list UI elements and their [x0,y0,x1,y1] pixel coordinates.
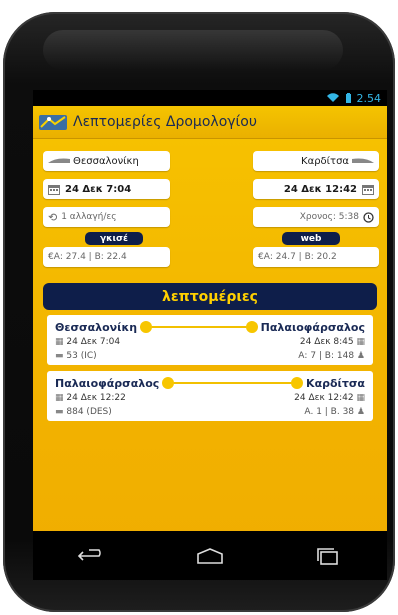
leg-train-info: ▬ 884 (DES) Α. 1 | Β. 38 ♟ [55,405,365,419]
leg-times: ▦ 24 Δεκ 7:04 24 Δεκ 8:45 ▦ [55,335,365,349]
recent-apps-button[interactable] [308,541,348,571]
duration: Χρονος: 5:38 [299,212,359,222]
phone-frame: 2.54 Λεπτομερίες Δρομολογίου Θεσσαλονίκη… [3,12,395,612]
from-city-field[interactable]: Θεσσαλονίκη [43,151,170,171]
train-icon [352,158,374,163]
fare-web-tag: web [282,232,340,245]
leg-cities: Θεσσαλονίκη Παλαιοφάρσαλος [55,319,365,335]
details-header[interactable]: λεπτομέριες [43,283,377,310]
refresh-icon: ⟲ [48,210,58,224]
leg-train: 884 (DES) [66,407,112,417]
status-bar: 2.54 [33,90,387,106]
leg-seats: Α. 1 | Β. 38 [304,407,355,417]
leg-arrive: 24 Δεκ 12:42 [294,393,354,403]
back-icon [77,549,101,561]
train-icon [48,158,70,163]
fare-web: €Α: 24.7 | Β: 20.2 [258,252,337,262]
app-bar: Λεπτομερίες Δρομολογίου [33,106,387,139]
fare-counter-tag: γκισέ [85,232,143,245]
leg-cities: Παλαιοφάρσαλος Καρδίτσα [55,375,365,391]
departure-time: 24 Δεκ 7:04 [65,183,132,195]
leg-card[interactable]: Θεσσαλονίκη Παλαιοφάρσαλος ▦ 24 Δεκ 7:04… [47,315,373,365]
changes-field: ⟲ 1 αλλαγή/ες [43,207,170,227]
recent-apps-icon [317,548,338,565]
leg-to: Παλαιοφάρσαλος [260,320,365,334]
app-screen: 2.54 Λεπτομερίες Δρομολογίου Θεσσαλονίκη… [33,90,387,580]
leg-seats: Α: 7 | Β: 148 [298,351,355,361]
seat-icon: ♟ [356,407,365,417]
leg-train-info: ▬ 53 (IC) Α: 7 | Β: 148 ♟ [55,349,365,363]
fare-web-field: €Α: 24.7 | Β: 20.2 [253,247,379,267]
leg-from: Παλαιοφάρσαλος [55,376,160,390]
arrival-time: 24 Δεκ 12:42 [283,183,357,195]
train-icon: ▬ [55,407,64,417]
arrival-field[interactable]: 24 Δεκ 12:42 [253,179,379,199]
calendar-icon: ▦ [55,337,64,347]
calendar-icon: ▦ [55,393,64,403]
home-icon [197,548,223,564]
app-title: Λεπτομερίες Δρομολογίου [73,114,257,130]
leg-arrive: 24 Δεκ 8:45 [299,337,354,347]
calendar-icon: ▦ [356,337,365,347]
calendar-icon [48,185,60,195]
leg-depart: 24 Δεκ 7:04 [66,337,121,347]
route-map-icon[interactable] [39,113,67,131]
duration-field: Χρονος: 5:38 [253,207,379,227]
fare-counter-field: €Α: 27.4 | Β: 22.4 [43,247,170,267]
leg-card[interactable]: Παλαιοφάρσαλος Καρδίτσα ▦ 24 Δεκ 12:22 2… [47,371,373,421]
battery-icon [345,92,351,103]
leg-depart: 24 Δεκ 12:22 [66,393,126,403]
leg-from: Θεσσαλονίκη [55,320,138,334]
calendar-icon: ▦ [356,393,365,403]
phone-glare [43,30,343,70]
wifi-icon [326,93,339,102]
leg-train: 53 (IC) [66,351,97,361]
changes-count: 1 αλλαγή/ες [61,212,117,222]
calendar-icon [362,185,374,195]
fare-counter: €Α: 27.4 | Β: 22.4 [48,252,127,262]
from-city: Θεσσαλονίκη [73,155,139,167]
route-details: Θεσσαλονίκη Καρδίτσα 24 Δεκ 7:04 24 Δεκ … [33,139,387,580]
clock-icon [363,211,374,223]
back-button[interactable] [72,541,112,571]
leg-to: Καρδίτσα [306,376,365,390]
departure-field[interactable]: 24 Δεκ 7:04 [43,179,170,199]
train-icon: ▬ [55,351,64,361]
home-button[interactable] [190,541,230,571]
route-connector [162,377,304,389]
seat-icon: ♟ [356,351,365,361]
status-time: 2.54 [356,91,382,105]
to-city-field[interactable]: Καρδίτσα [253,151,379,171]
route-connector [140,321,258,333]
to-city: Καρδίτσα [301,155,349,167]
navigation-bar [33,531,387,580]
leg-times: ▦ 24 Δεκ 12:22 24 Δεκ 12:42 ▦ [55,391,365,405]
